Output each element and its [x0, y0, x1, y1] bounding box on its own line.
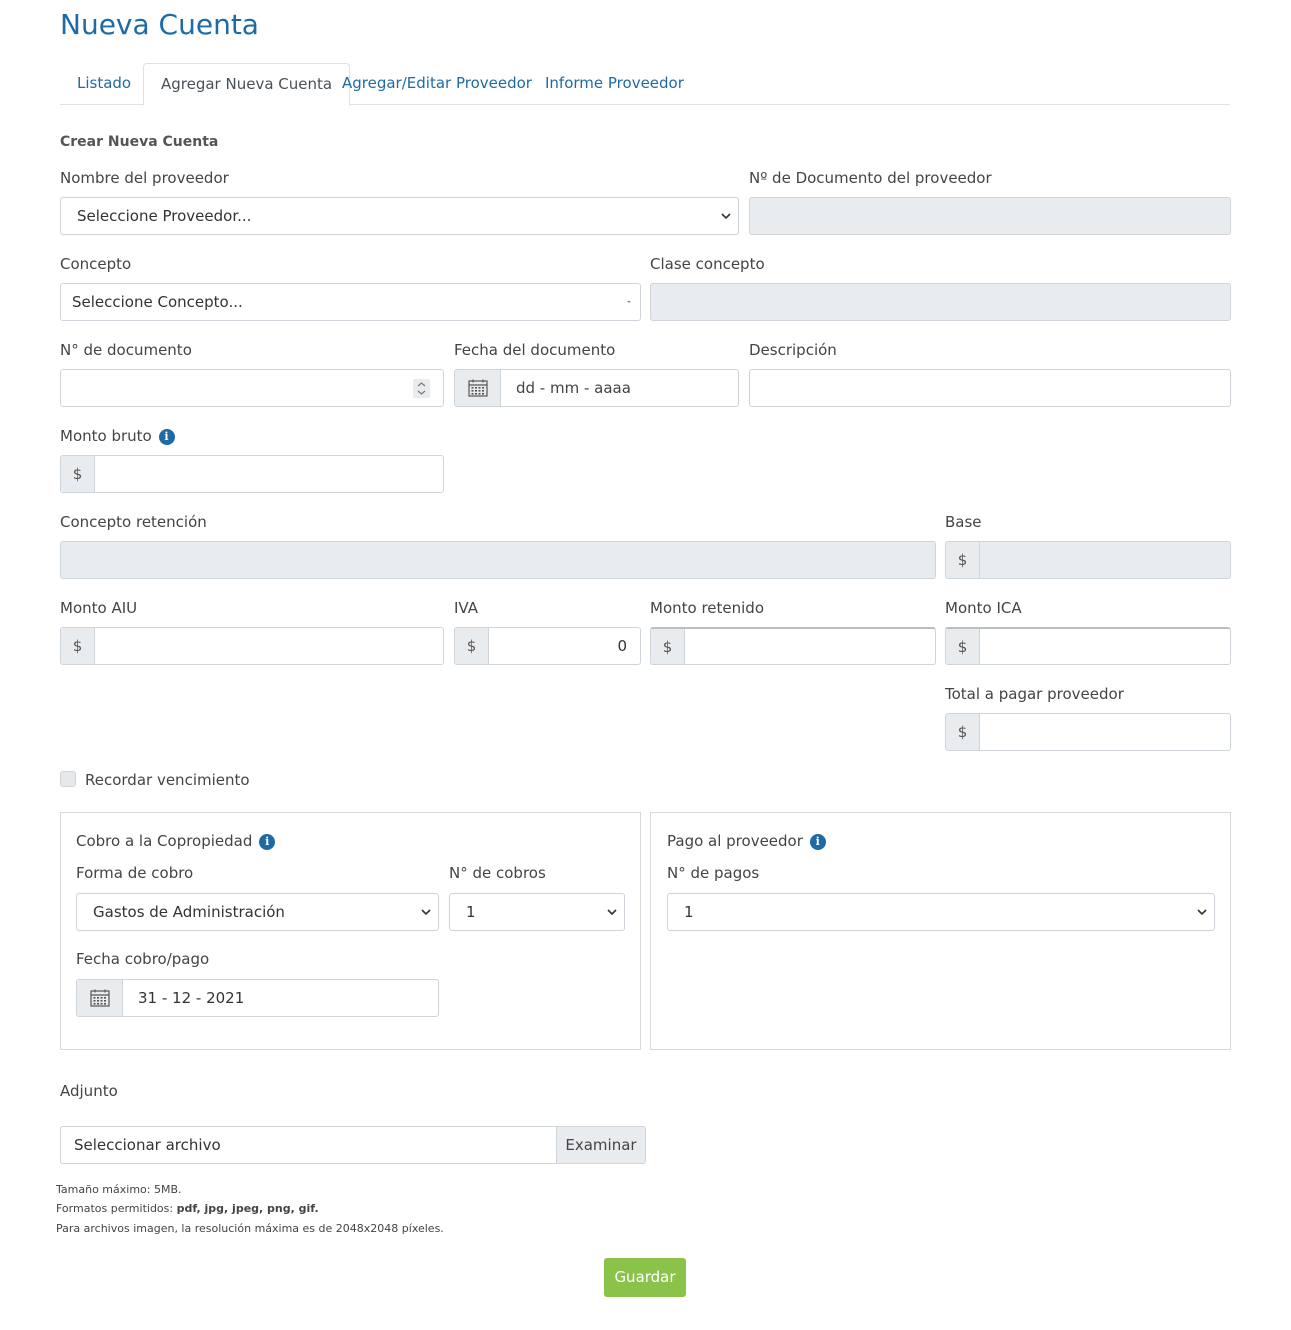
- tab-listado[interactable]: Listado: [60, 63, 148, 105]
- currency-addon: $: [61, 628, 95, 664]
- calendar-addon[interactable]: [77, 980, 123, 1016]
- pago-title-text: Pago al proveedor: [667, 832, 803, 850]
- help-resolution: Para archivos imagen, la resolución máxi…: [56, 1222, 444, 1235]
- chevron-down-icon: [721, 213, 731, 220]
- currency-addon: $: [946, 714, 980, 750]
- pago-title: Pago al proveedor i: [667, 832, 826, 850]
- concepto-label: Concepto: [60, 255, 132, 273]
- monto-bruto-label: Monto bruto i: [60, 427, 175, 445]
- proveedor-label: Nombre del proveedor: [60, 169, 229, 187]
- caret-down-icon: [627, 301, 631, 303]
- descripcion-input[interactable]: [749, 369, 1231, 407]
- fecha-cobro-input[interactable]: 31 - 12 - 2021: [76, 979, 439, 1017]
- file-input[interactable]: Seleccionar archivo Examinar: [60, 1126, 646, 1164]
- iva-label: IVA: [454, 599, 478, 617]
- monto-retenido-input[interactable]: $: [650, 627, 936, 665]
- forma-cobro-label: Forma de cobro: [76, 864, 194, 882]
- tab-agregar-nueva-cuenta[interactable]: Agregar Nueva Cuenta: [143, 63, 351, 106]
- currency-addon: $: [946, 542, 980, 578]
- recordar-vencimiento-checkbox[interactable]: [60, 771, 76, 787]
- iva-value: 0: [617, 637, 627, 655]
- section-title: Crear Nueva Cuenta: [60, 134, 219, 150]
- monto-ica-input[interactable]: $: [945, 627, 1231, 665]
- help-formats-prefix: Formatos permitidos:: [56, 1202, 177, 1215]
- monto-aiu-input[interactable]: $: [60, 627, 444, 665]
- info-icon[interactable]: i: [158, 428, 175, 445]
- doc-proveedor-field: [749, 197, 1231, 235]
- cobro-title-text: Cobro a la Copropiedad: [76, 832, 253, 850]
- tab-bar: Listado Agregar Nueva Cuenta Agregar/Edi…: [60, 63, 1230, 106]
- adjunto-label: Adjunto: [60, 1082, 118, 1100]
- base-field: $: [945, 541, 1231, 579]
- help-formats: Formatos permitidos: pdf, jpg, jpeg, png…: [56, 1202, 319, 1215]
- currency-addon: $: [946, 629, 980, 664]
- currency-addon: $: [455, 628, 489, 664]
- chevron-down-icon: [607, 909, 617, 916]
- clase-concepto-label: Clase concepto: [650, 255, 765, 273]
- currency-addon: $: [61, 456, 95, 492]
- chevron-down-icon: [1197, 909, 1207, 916]
- num-pagos-label: N° de pagos: [667, 864, 760, 882]
- monto-bruto-label-text: Monto bruto: [60, 427, 152, 445]
- monto-aiu-label: Monto AIU: [60, 599, 138, 617]
- fecha-cobro-value: 31 - 12 - 2021: [138, 989, 245, 1007]
- recordar-vencimiento-label[interactable]: Recordar vencimiento: [85, 771, 250, 789]
- help-size: Tamaño máximo: 5MB.: [56, 1183, 182, 1196]
- fecha-cobro-label: Fecha cobro/pago: [76, 950, 210, 968]
- num-cobros-value: 1: [466, 903, 476, 921]
- file-input-placeholder: Seleccionar archivo: [74, 1136, 221, 1154]
- info-icon[interactable]: i: [259, 833, 276, 850]
- concepto-retencion-label: Concepto retención: [60, 513, 207, 531]
- tab-informe-proveedor[interactable]: Informe Proveedor: [528, 63, 701, 105]
- num-pagos-select[interactable]: 1: [667, 893, 1215, 931]
- num-cobros-select[interactable]: 1: [449, 893, 625, 931]
- calendar-icon: [468, 379, 488, 397]
- monto-bruto-input[interactable]: $: [60, 455, 444, 493]
- fecha-documento-label: Fecha del documento: [454, 341, 616, 359]
- num-documento-label: N° de documento: [60, 341, 192, 359]
- forma-cobro-value: Gastos de Administración: [93, 903, 285, 921]
- doc-proveedor-label: Nº de Documento del proveedor: [749, 169, 992, 187]
- info-icon[interactable]: i: [809, 833, 826, 850]
- fecha-documento-placeholder: dd - mm - aaaa: [516, 379, 631, 397]
- tab-agregar-editar-proveedor[interactable]: Agregar/Editar Proveedor: [325, 63, 549, 105]
- help-formats-value: pdf, jpg, jpeg, png, gif.: [176, 1202, 319, 1215]
- browse-button[interactable]: Examinar: [556, 1127, 645, 1163]
- forma-cobro-select[interactable]: Gastos de Administración: [76, 893, 439, 931]
- base-label: Base: [945, 513, 982, 531]
- spinner-arrows-icon[interactable]: [413, 379, 430, 398]
- calendar-icon: [90, 989, 110, 1007]
- page-title: Nueva Cuenta: [60, 8, 259, 41]
- iva-input[interactable]: $ 0: [454, 627, 641, 665]
- monto-retenido-label: Monto retenido: [650, 599, 765, 617]
- proveedor-select-value: Seleccione Proveedor...: [77, 207, 252, 225]
- concepto-select-value: Seleccione Concepto...: [72, 293, 243, 311]
- concepto-select[interactable]: Seleccione Concepto...: [60, 283, 641, 321]
- cobro-title: Cobro a la Copropiedad i: [76, 832, 276, 850]
- concepto-retencion-field: [60, 541, 936, 579]
- descripcion-label: Descripción: [749, 341, 837, 359]
- clase-concepto-field: [650, 283, 1231, 321]
- num-pagos-value: 1: [684, 903, 694, 921]
- fecha-documento-input[interactable]: dd - mm - aaaa: [454, 369, 739, 407]
- calendar-addon[interactable]: [455, 370, 501, 406]
- chevron-down-icon: [421, 909, 431, 916]
- currency-addon: $: [651, 629, 685, 664]
- num-cobros-label: N° de cobros: [449, 864, 546, 882]
- save-button[interactable]: Guardar: [604, 1258, 686, 1297]
- num-documento-input[interactable]: [60, 369, 444, 407]
- proveedor-select[interactable]: Seleccione Proveedor...: [60, 197, 739, 235]
- monto-ica-label: Monto ICA: [945, 599, 1022, 617]
- total-pagar-label: Total a pagar proveedor: [945, 685, 1124, 703]
- total-pagar-input[interactable]: $: [945, 713, 1231, 751]
